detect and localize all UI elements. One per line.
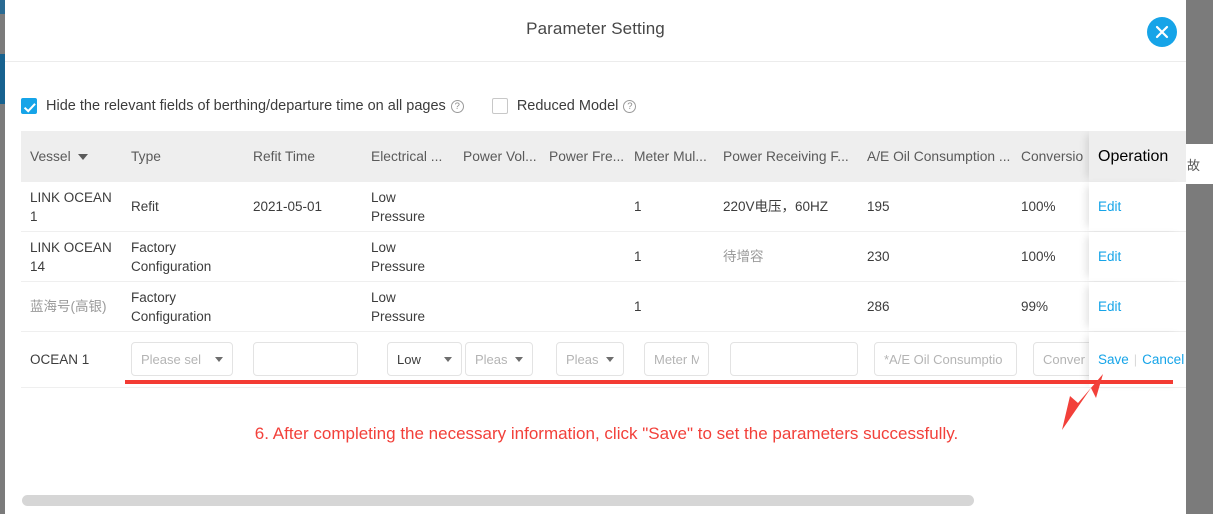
cell-ae-oil-consumption: 286 [867, 299, 890, 314]
cell-meter-multiple: 1 [634, 299, 642, 314]
meter-multiple-input[interactable]: Meter M [644, 342, 709, 376]
annotation-underline [125, 380, 1173, 384]
cell-type: Refit [131, 199, 159, 214]
row-operation-cell: Edit [1089, 182, 1186, 231]
meter-multiple-placeholder: Meter M [654, 351, 699, 367]
column-header-power-voltage: Power Vol... [463, 149, 537, 164]
cell-conversion: 100% [1021, 199, 1056, 214]
cell-electrical: Low Pressure [371, 239, 426, 274]
cell-ae-oil-consumption: 195 [867, 199, 890, 214]
cell-vessel: LINK OCEAN 14 [30, 239, 112, 274]
cell-type: Factory Configuration [131, 289, 212, 324]
electrical-select-value: Low [397, 351, 421, 367]
hide-berthing-fields-label: Hide the relevant fields of berthing/dep… [46, 98, 446, 114]
chevron-down-icon [515, 356, 523, 362]
cell-power-receiving: 待增容 [723, 249, 764, 264]
cell-power-receiving: 220V电压，60HZ [723, 199, 829, 214]
chevron-down-icon [215, 356, 223, 362]
close-icon[interactable] [1147, 17, 1177, 47]
column-header-operation: Operation [1089, 131, 1186, 182]
column-header-power-frequency: Power Fre... [549, 149, 625, 164]
page-title: Parameter Setting [526, 19, 665, 38]
annotation-text: 6. After completing the necessary inform… [254, 424, 959, 443]
ae-oil-consumption-placeholder: *A/E Oil Consumptio [884, 351, 1003, 367]
type-select-value: Please sel [141, 351, 201, 367]
horizontal-scrollbar-track[interactable] [22, 495, 1177, 506]
cell-meter-multiple: 1 [634, 249, 642, 264]
row-operation-cell: Edit [1089, 282, 1186, 331]
power-receiving-input[interactable] [730, 342, 858, 376]
row-operation-cell-editing: Save | Cancel [1089, 332, 1186, 387]
cell-conversion: 100% [1021, 249, 1056, 264]
column-header-ae-oil-consumption: A/E Oil Consumption ... [867, 149, 1011, 164]
cell-conversion: 99% [1021, 299, 1049, 314]
option-reduced-model[interactable]: Reduced Model ? [491, 98, 637, 114]
help-icon[interactable]: ? [450, 99, 464, 113]
modal-header: Parameter Setting [5, 0, 1186, 62]
cell-meter-multiple: 1 [634, 199, 642, 214]
column-header-meter-multiple: Meter Mul... [634, 149, 707, 164]
parameters-table: Vessel Type Refit Time Electrical ... Po… [21, 131, 1186, 471]
help-icon[interactable]: ? [623, 99, 637, 113]
horizontal-scrollbar-thumb[interactable] [22, 495, 974, 506]
type-select[interactable]: Please sel [131, 342, 233, 376]
power-voltage-select-value: Pleas [475, 351, 508, 367]
refit-time-input[interactable] [253, 342, 358, 376]
column-header-vessel[interactable]: Vessel [30, 131, 130, 182]
column-header-refit-time: Refit Time [253, 149, 316, 164]
cell-electrical: Low Pressure [371, 189, 426, 224]
edit-button[interactable]: Edit [1098, 199, 1121, 214]
chevron-down-icon [606, 356, 614, 362]
cell-vessel: LINK OCEAN 1 [30, 189, 112, 224]
row-operation-cell: Edit [1089, 232, 1186, 281]
chevron-down-icon[interactable] [77, 153, 88, 160]
edit-button[interactable]: Edit [1098, 249, 1121, 264]
edit-button[interactable]: Edit [1098, 299, 1121, 314]
column-header-type: Type [131, 149, 161, 164]
cancel-button[interactable]: Cancel [1142, 352, 1184, 367]
background-right-text: 故 [1187, 159, 1201, 174]
ae-oil-consumption-input[interactable]: *A/E Oil Consumptio [874, 342, 1017, 376]
chevron-down-icon [444, 356, 452, 362]
table-row[interactable]: LINK OCEAN 14 Factory Configuration Low … [21, 232, 1186, 282]
reduced-model-checkbox[interactable] [491, 98, 508, 114]
power-frequency-select-value: Pleas [566, 351, 599, 367]
column-header-conversion: Conversio [1021, 149, 1084, 164]
options-row: Hide the relevant fields of berthing/dep… [21, 98, 637, 114]
screen: 故 Parameter Setting Hide the relevant fi… [0, 0, 1213, 514]
column-header-electrical: Electrical ... [371, 149, 443, 164]
table-row[interactable]: 蓝海号(高银) Factory Configuration Low Pressu… [21, 282, 1186, 332]
column-header-power-receiving: Power Receiving F... [723, 149, 849, 164]
operation-separator: | [1133, 352, 1138, 367]
cell-electrical: Low Pressure [371, 289, 426, 324]
reduced-model-label: Reduced Model [516, 98, 619, 114]
cell-ae-oil-consumption: 230 [867, 249, 890, 264]
power-frequency-select[interactable]: Pleas [556, 342, 624, 376]
option-hide-berthing-fields[interactable]: Hide the relevant fields of berthing/dep… [21, 98, 464, 114]
save-button[interactable]: Save [1098, 352, 1129, 367]
electrical-select[interactable]: Low [387, 342, 462, 376]
cell-vessel: OCEAN 1 [30, 352, 90, 367]
cell-refit-time: 2021-05-01 [253, 199, 323, 214]
cell-type: Factory Configuration [131, 239, 212, 274]
table-row[interactable]: LINK OCEAN 1 Refit 2021-05-01 Low Pressu… [21, 182, 1186, 232]
table-header-row: Vessel Type Refit Time Electrical ... Po… [21, 131, 1186, 182]
hide-berthing-fields-checkbox[interactable] [21, 98, 37, 114]
power-voltage-select[interactable]: Pleas [465, 342, 533, 376]
column-header-operation-label: Operation [1098, 147, 1169, 165]
cell-vessel: 蓝海号(高银) [30, 299, 107, 314]
